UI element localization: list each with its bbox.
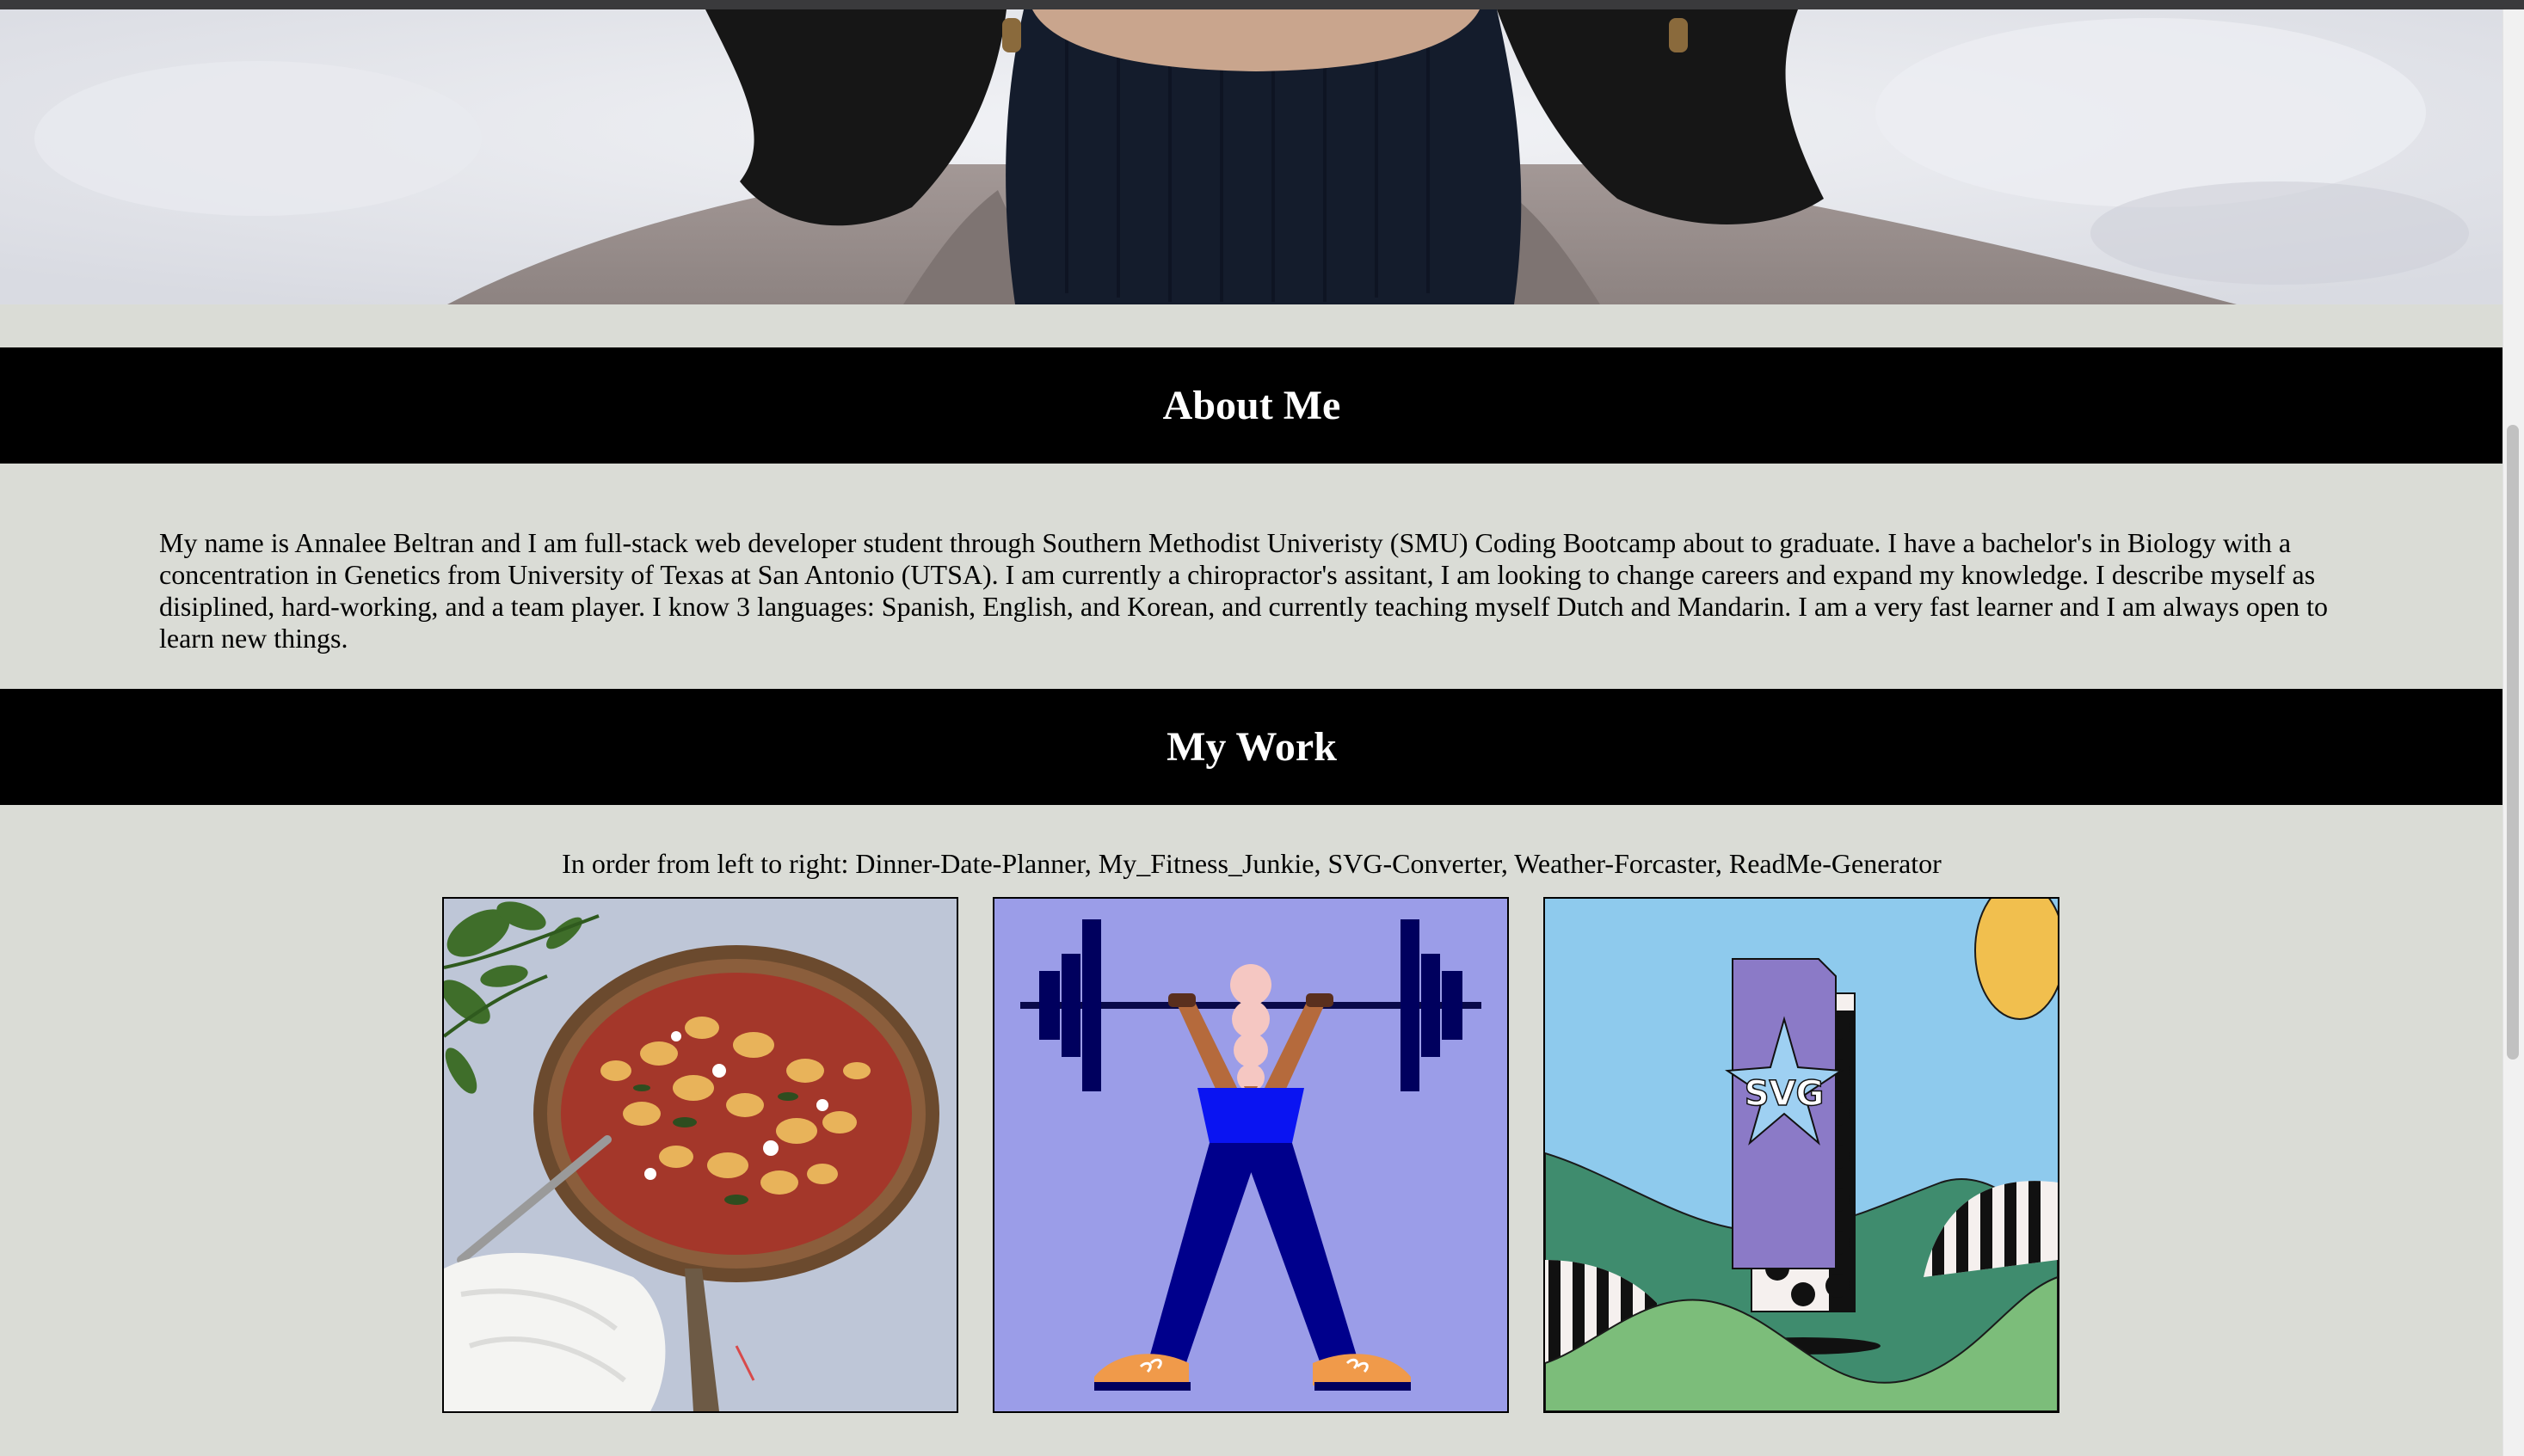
- project-thumbnail-svg-converter[interactable]: SVG: [1543, 897, 2059, 1413]
- pasta-skillet-image: [444, 899, 957, 1411]
- svg-file-illustration: SVG: [1545, 899, 2058, 1411]
- project-thumbnail-dinner-date-planner[interactable]: [442, 897, 958, 1413]
- work-gallery: SVG: [0, 897, 2503, 1430]
- browser-top-edge: [0, 0, 2524, 9]
- work-section-header: My Work: [0, 689, 2503, 805]
- work-heading: My Work: [1167, 723, 1337, 770]
- work-caption: In order from left to right: Dinner-Date…: [562, 848, 1942, 879]
- hero-portrait-photo: [0, 9, 2503, 304]
- svg-badge-text: SVG: [1745, 1074, 1825, 1114]
- portrait-image: [0, 9, 2503, 304]
- about-paragraph: My name is Annalee Beltran and I am full…: [159, 527, 2329, 654]
- main-content: About Me My name is Annalee Beltran and …: [0, 304, 2503, 1430]
- about-section-header: About Me: [0, 347, 2503, 464]
- about-heading: About Me: [1162, 382, 1341, 428]
- scrollbar-thumb[interactable]: [2507, 425, 2519, 1060]
- project-thumbnail-my-fitness-junkie[interactable]: [993, 897, 1509, 1413]
- portfolio-page: About Me My name is Annalee Beltran and …: [0, 0, 2524, 1456]
- weightlifter-illustration: [994, 899, 1507, 1411]
